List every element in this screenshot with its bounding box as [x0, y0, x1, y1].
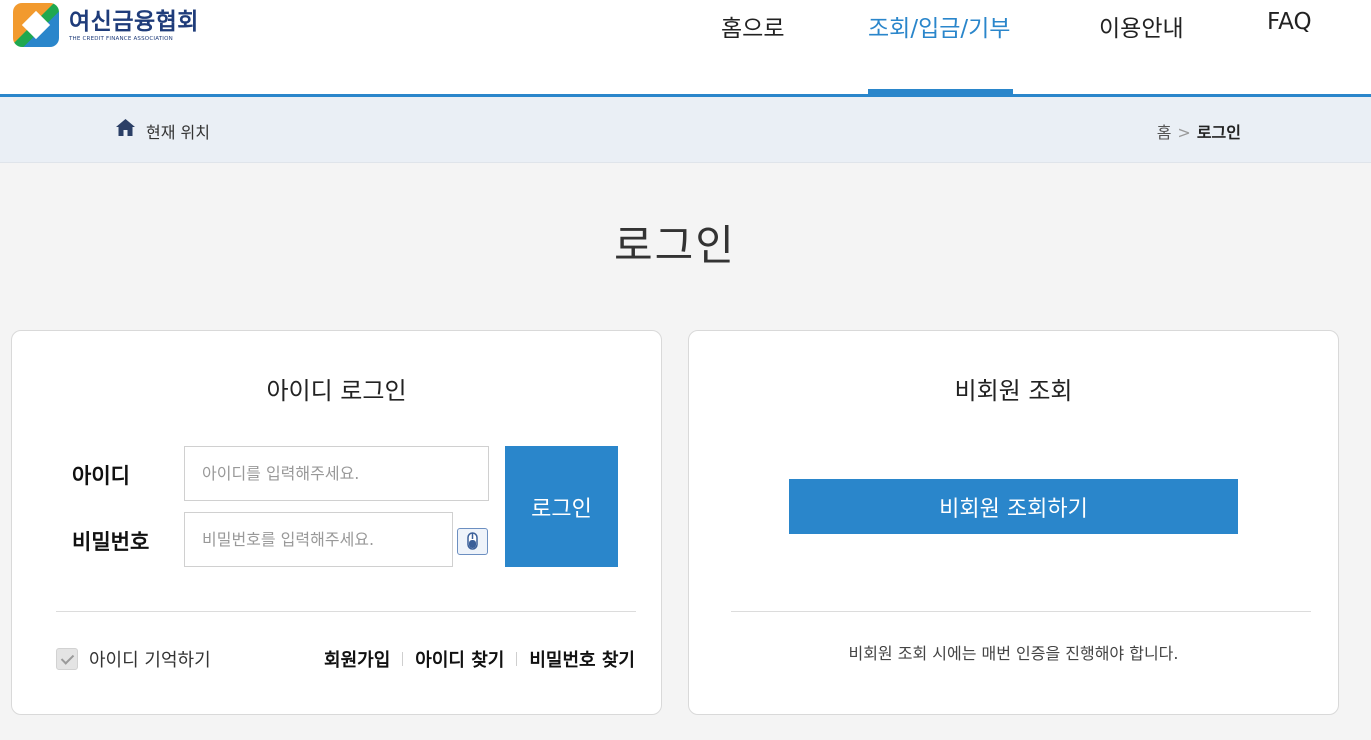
- link-divider: [402, 652, 404, 666]
- logo-name-ko: 여신금융협회: [69, 8, 199, 35]
- breadcrumb-label: 현재 위치: [146, 123, 210, 142]
- signup-link[interactable]: 회원가입: [324, 646, 390, 672]
- logo-mark-icon: [13, 3, 59, 47]
- guest-inquiry-title: 비회원 조회: [954, 377, 1073, 405]
- id-login-card: 아이디 로그인 아이디 비밀번호 로그인 아이디 기억하기 회원가입 아이디 찾…: [11, 330, 662, 715]
- page-title: 로그인: [614, 221, 736, 270]
- virtual-keyboard-button[interactable]: [457, 528, 488, 555]
- remember-id-option[interactable]: 아이디 기억하기: [56, 646, 211, 672]
- id-input[interactable]: [184, 446, 489, 501]
- breadcrumb-current: 로그인: [1196, 123, 1241, 142]
- remember-id-label: 아이디 기억하기: [89, 650, 211, 671]
- card-divider: [56, 611, 636, 612]
- breadcrumb: 홈 > 로그인: [1157, 119, 1241, 143]
- logo-name-en: THE CREDIT FINANCE ASSOCIATION: [69, 35, 173, 42]
- card-divider: [731, 611, 1311, 612]
- login-button[interactable]: 로그인: [505, 446, 618, 567]
- link-divider: [516, 652, 518, 666]
- guest-inquiry-note: 비회원 조회 시에는 매번 인증을 진행해야 합니다.: [848, 644, 1179, 663]
- breadcrumb-home-link[interactable]: 홈: [1157, 123, 1172, 142]
- breadcrumb-separator: >: [1177, 123, 1191, 142]
- logo[interactable]: 여신금융협회 THE CREDIT FINANCE ASSOCIATION: [13, 3, 199, 47]
- nav-item-guide[interactable]: 이용안내: [1099, 9, 1184, 43]
- id-login-title: 아이디 로그인: [266, 377, 407, 405]
- mouse-icon: [467, 532, 478, 550]
- password-input[interactable]: [184, 512, 453, 567]
- id-label: 아이디: [72, 464, 130, 488]
- nav-item-inquiry[interactable]: 조회/입금/기부: [868, 9, 1010, 43]
- account-links: 회원가입 아이디 찾기 비밀번호 찾기: [324, 646, 635, 672]
- remember-id-checkbox[interactable]: [56, 648, 78, 670]
- nav-item-faq[interactable]: FAQ: [1267, 9, 1312, 35]
- guest-inquiry-card: 비회원 조회 비회원 조회하기 비회원 조회 시에는 매번 인증을 진행해야 합…: [688, 330, 1339, 715]
- guest-inquiry-button[interactable]: 비회원 조회하기: [789, 479, 1238, 534]
- site-header: 여신금융협회 THE CREDIT FINANCE ASSOCIATION 홈으…: [0, 0, 1371, 94]
- find-id-link[interactable]: 아이디 찾기: [415, 646, 504, 672]
- password-label: 비밀번호: [72, 530, 150, 554]
- nav-item-home[interactable]: 홈으로: [721, 9, 784, 43]
- home-icon[interactable]: [116, 119, 135, 136]
- find-password-link[interactable]: 비밀번호 찾기: [529, 646, 635, 672]
